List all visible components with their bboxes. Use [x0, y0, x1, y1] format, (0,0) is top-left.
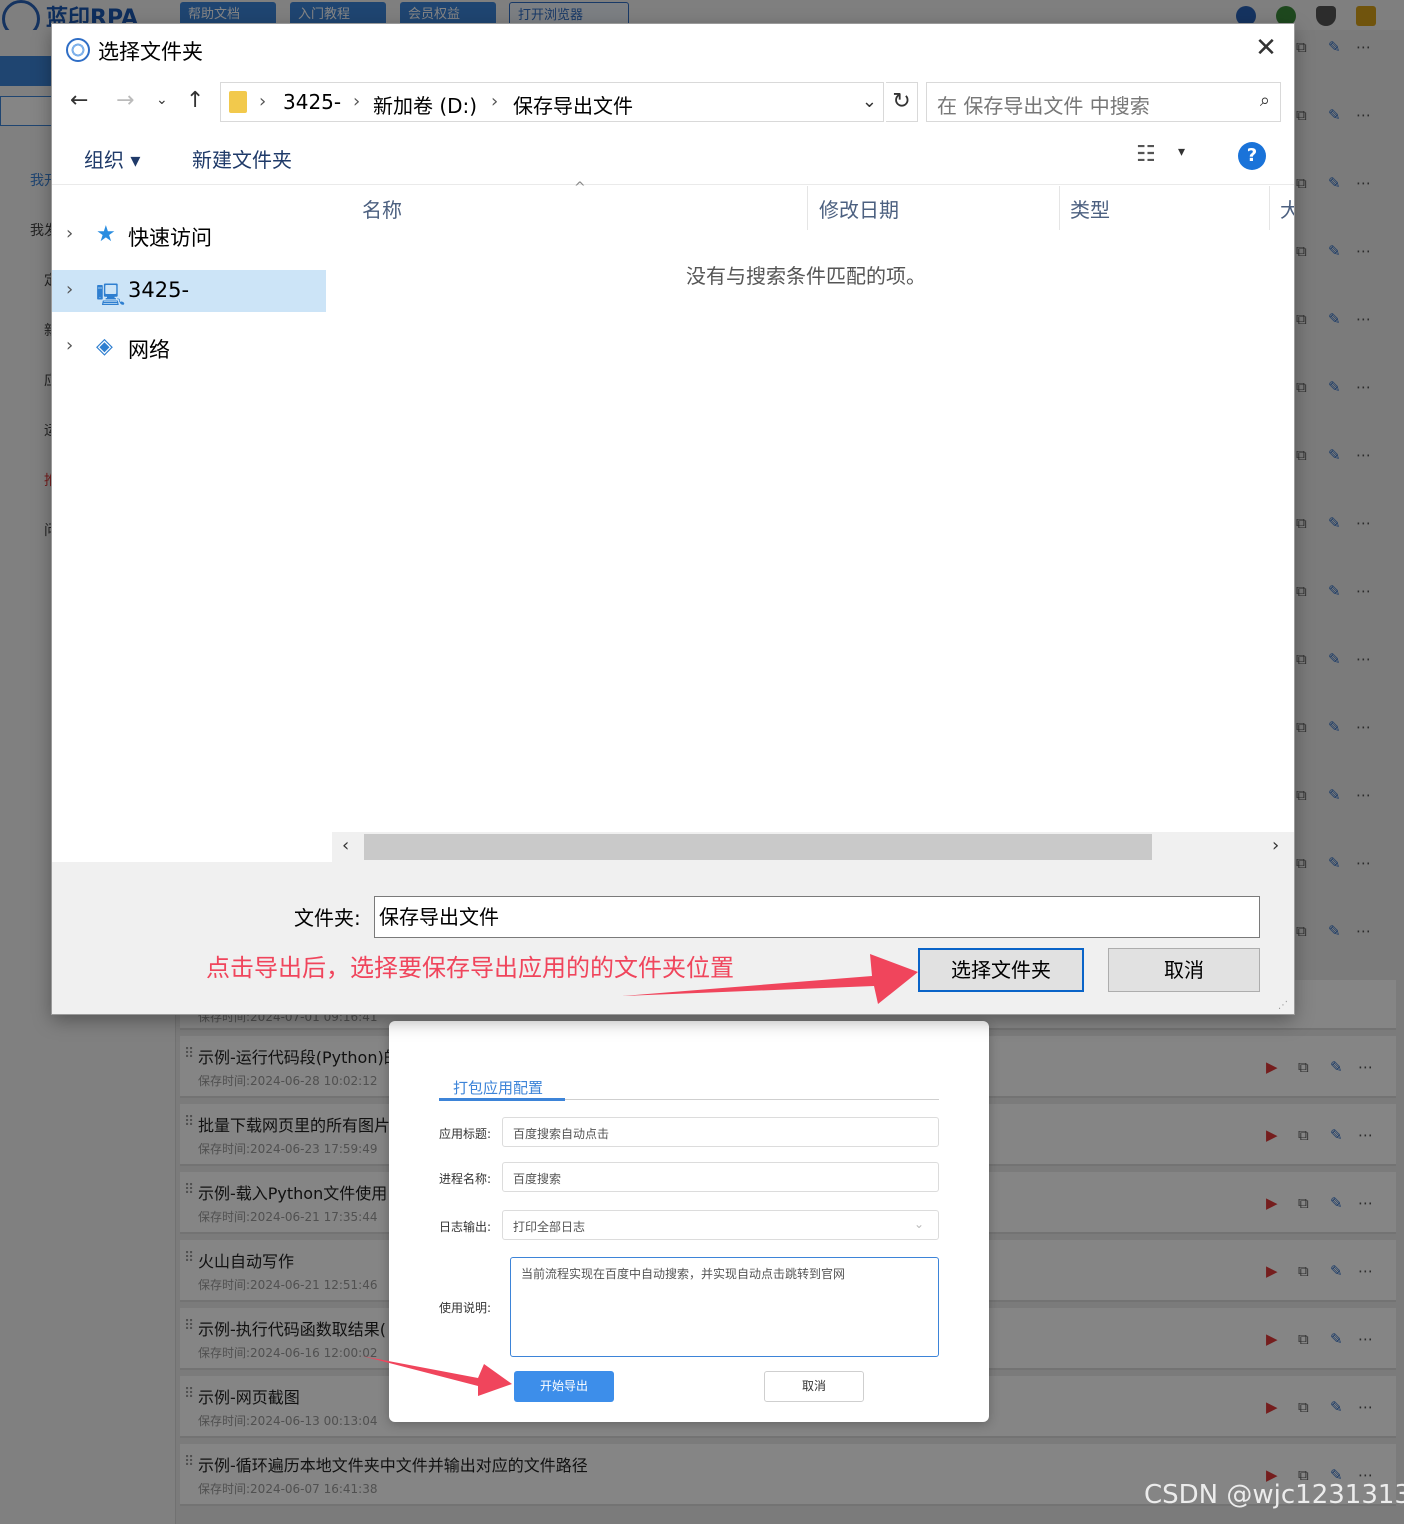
watermark: CSDN @wjc1231313 — [1144, 1480, 1404, 1510]
annotation-arrows — [362, 954, 918, 1396]
arrow-to-select-folder — [622, 954, 918, 1004]
arrow-to-start-export — [362, 1356, 512, 1396]
